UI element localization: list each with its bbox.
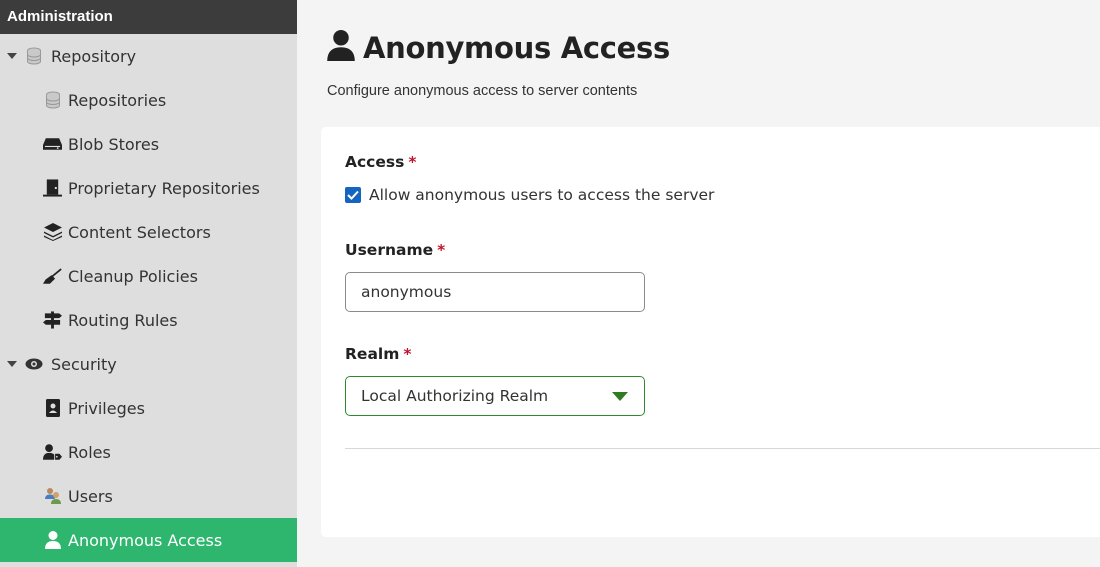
sidebar-item-label: Cleanup Policies: [68, 266, 198, 286]
checkmark-icon: [347, 190, 359, 200]
caret-down-icon[interactable]: [7, 359, 17, 369]
sidebar-item-proprietary-repositories[interactable]: Proprietary Repositories: [0, 166, 297, 210]
realm-label-text: Realm: [345, 345, 400, 363]
form-card: Access * Allow anonymous users to access …: [321, 127, 1100, 537]
sidebar-item-label: Repositories: [68, 90, 167, 110]
caret-down-icon[interactable]: [7, 51, 17, 61]
username-value: anonymous: [361, 283, 452, 301]
required-marker: *: [408, 153, 417, 171]
broom-icon: [43, 267, 62, 286]
eye-icon: [24, 355, 43, 374]
user-tag-icon: [43, 443, 62, 462]
sidebar-item-label: Proprietary Repositories: [68, 178, 260, 198]
access-checkbox-label[interactable]: Allow anonymous users to access the serv…: [369, 186, 714, 204]
user-icon: [327, 30, 355, 65]
username-label: Username *: [345, 241, 445, 259]
realm-value: Local Authorizing Realm: [361, 387, 549, 405]
sidebar-item-label: Routing Rules: [68, 310, 178, 330]
sidebar-item-label: Content Selectors: [68, 222, 211, 242]
access-label: Access *: [345, 153, 416, 171]
required-marker: *: [403, 345, 412, 363]
sidebar-item-routing-rules[interactable]: Routing Rules: [0, 298, 297, 342]
database-icon: [24, 47, 43, 66]
database-icon: [43, 91, 62, 110]
sidebar-item-blob-stores[interactable]: Blob Stores: [0, 122, 297, 166]
sidebar-item-label: Privileges: [68, 398, 145, 418]
access-checkbox[interactable]: [345, 187, 361, 203]
page-title: Anonymous Access: [363, 30, 670, 65]
hdd-icon: [43, 135, 62, 154]
caret-down-icon[interactable]: [612, 392, 628, 401]
signpost-icon: [43, 311, 62, 330]
users-icon: [43, 487, 62, 506]
sidebar-item-label: Roles: [68, 442, 111, 462]
sidebar-header: Administration: [0, 0, 297, 34]
sidebar-item-anonymous-access[interactable]: Anonymous Access: [0, 518, 297, 562]
sidebar-item-roles[interactable]: Roles: [0, 430, 297, 474]
sidebar-item-repositories[interactable]: Repositories: [0, 78, 297, 122]
username-label-text: Username: [345, 241, 434, 259]
sidebar: Administration Repository Repositories B…: [0, 0, 297, 567]
access-label-text: Access: [345, 153, 405, 171]
layers-icon: [43, 223, 62, 242]
username-input[interactable]: anonymous: [345, 272, 645, 312]
realm-label: Realm *: [345, 345, 411, 363]
realm-select[interactable]: Local Authorizing Realm: [345, 376, 645, 416]
sidebar-group-security[interactable]: Security: [0, 342, 297, 386]
sidebar-item-cleanup-policies[interactable]: Cleanup Policies: [0, 254, 297, 298]
sidebar-group-label: Repository: [51, 46, 137, 66]
id-badge-icon: [43, 399, 62, 418]
sidebar-item-content-selectors[interactable]: Content Selectors: [0, 210, 297, 254]
page-header: Anonymous Access: [327, 30, 670, 65]
required-marker: *: [437, 241, 446, 259]
user-icon: [43, 531, 62, 550]
sidebar-group-label: Security: [51, 354, 117, 374]
sidebar-group-repository[interactable]: Repository: [0, 34, 297, 78]
divider: [345, 448, 1100, 449]
main-content: Anonymous Access Configure anonymous acc…: [297, 0, 1100, 567]
sidebar-item-label: Anonymous Access: [68, 530, 223, 550]
access-checkbox-row[interactable]: Allow anonymous users to access the serv…: [345, 186, 714, 204]
sidebar-item-label: Blob Stores: [68, 134, 160, 154]
door-icon: [43, 179, 62, 198]
sidebar-item-label: Users: [68, 486, 113, 506]
page-description: Configure anonymous access to server con…: [327, 83, 638, 99]
sidebar-item-users[interactable]: Users: [0, 474, 297, 518]
sidebar-item-privileges[interactable]: Privileges: [0, 386, 297, 430]
